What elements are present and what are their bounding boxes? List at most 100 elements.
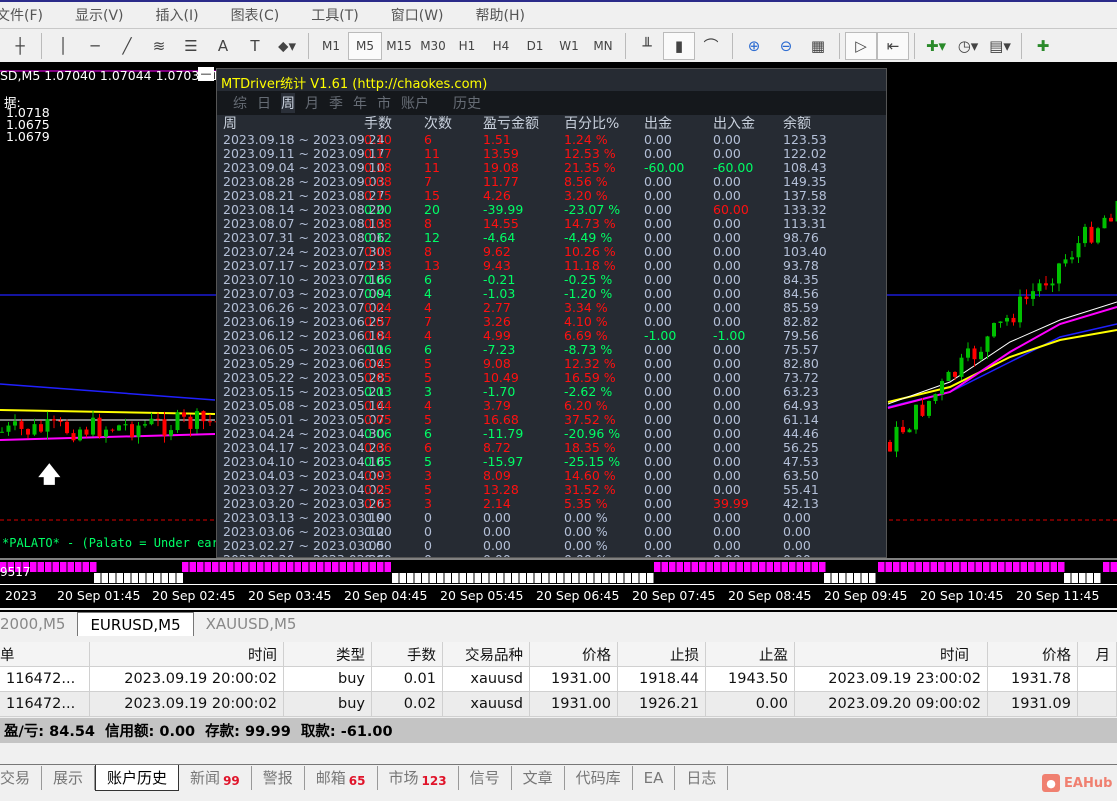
- bottom-tab-10[interactable]: EA: [633, 765, 676, 790]
- zoom-out-icon[interactable]: ⊖: [770, 32, 802, 60]
- cell-count: 8: [424, 216, 432, 231]
- toolbar-separator: [839, 32, 840, 59]
- column-header[interactable]: 价格: [988, 642, 1078, 666]
- bottom-tab-6[interactable]: 市场 123: [378, 765, 459, 790]
- bottom-tab-11[interactable]: 日志: [675, 765, 729, 790]
- arrows-icon[interactable]: ⬥▾: [271, 32, 303, 60]
- timeframe-mn[interactable]: MN: [586, 32, 620, 60]
- cell-week: 2023.08.14 ~ 2023.08.20: [223, 202, 385, 217]
- indicator-bar-magenta: [362, 562, 369, 572]
- indicator-bar-white: [846, 573, 853, 583]
- crosshair-icon[interactable]: ┼: [4, 32, 36, 60]
- timeframe-m30[interactable]: M30: [416, 32, 450, 60]
- candle-body: [13, 421, 17, 426]
- bottom-tab-5[interactable]: 邮箱 65: [305, 765, 378, 790]
- bar-chart-icon[interactable]: ╨: [631, 32, 663, 60]
- minimize-icon[interactable]: —: [198, 67, 214, 81]
- column-header[interactable]: 交易品种: [443, 642, 530, 666]
- timeframe-h1[interactable]: H1: [450, 32, 484, 60]
- bottom-tab-4[interactable]: 警报: [252, 765, 305, 790]
- fibo-lines-icon[interactable]: ☰: [175, 32, 207, 60]
- column-header[interactable]: 时间: [90, 642, 284, 666]
- bottom-tab-2[interactable]: 账户历史: [95, 764, 180, 791]
- price-chart[interactable]: SD,M5 1.07040 1.07044 1.07031 1. — 据: 1.…: [0, 62, 1117, 608]
- menu-item[interactable]: 工具(T): [311, 5, 358, 25]
- bottom-tab-3[interactable]: 新闻 99: [179, 765, 252, 790]
- menu-item[interactable]: 显示(V): [75, 5, 124, 25]
- menu-item[interactable]: 插入(I): [156, 5, 199, 25]
- timeframe-m15[interactable]: M15: [382, 32, 416, 60]
- panel-tab[interactable]: 周: [281, 93, 295, 113]
- toolbar-separator: [41, 32, 42, 59]
- panel-tab[interactable]: 日: [257, 93, 271, 113]
- cell-inout: 0.00: [713, 440, 741, 455]
- new-order-icon[interactable]: ✚: [1027, 32, 1059, 60]
- templates-icon[interactable]: ▤▾: [984, 32, 1016, 60]
- menu-item[interactable]: 图表(C): [231, 5, 280, 25]
- column-header: 手数: [364, 116, 392, 132]
- cell-pct: -20.96 %: [564, 426, 621, 441]
- cell-inout: 0.00: [713, 426, 741, 441]
- panel-tab[interactable]: 历史: [453, 93, 481, 113]
- panel-tab[interactable]: 账户: [401, 93, 429, 113]
- column-header[interactable]: 止盈: [706, 642, 795, 666]
- candle-body: [1037, 283, 1042, 292]
- bottom-tab-9[interactable]: 代码库: [565, 765, 633, 790]
- bottom-tab-0[interactable]: 交易: [0, 765, 43, 790]
- chart-tab[interactable]: XAUUSD,M5: [194, 612, 309, 636]
- tile-windows-icon[interactable]: ▦: [802, 32, 834, 60]
- panel-tab[interactable]: 月: [305, 93, 319, 113]
- tab-label: 市场: [388, 769, 419, 787]
- indicator-bar-magenta: [182, 562, 189, 572]
- indicator-bar-magenta: [1035, 562, 1042, 572]
- menu-item[interactable]: 窗口(W): [391, 5, 444, 25]
- timeframe-h4[interactable]: H4: [484, 32, 518, 60]
- column-header[interactable]: 手数: [372, 642, 443, 666]
- bottom-tab-7[interactable]: 信号: [459, 765, 512, 790]
- autoscroll-icon[interactable]: ▷: [845, 31, 877, 60]
- candlestick-chart-icon[interactable]: ▮: [663, 31, 695, 60]
- chart-header: SD,M5 1.07040 1.07044 1.07031 1.: [0, 68, 224, 83]
- column-header[interactable]: 时间: [795, 642, 988, 666]
- timeframe-m5[interactable]: M5: [348, 31, 382, 60]
- text-label-icon[interactable]: T: [239, 32, 271, 60]
- candle-body: [1018, 296, 1022, 323]
- column-header[interactable]: 月: [1078, 642, 1117, 666]
- chart-shift-icon[interactable]: ⇤: [877, 31, 909, 60]
- history-row[interactable]: 116472... 2023.09.19 20:00:02 buy 0.02 xauus…: [0, 692, 1117, 717]
- column-header: 周: [223, 116, 237, 132]
- column-header[interactable]: 价格: [530, 642, 618, 666]
- indicator-bar-magenta: [736, 562, 743, 572]
- text-icon[interactable]: A: [207, 32, 239, 60]
- periods-icon[interactable]: ◷▾: [952, 32, 984, 60]
- cell-pnl: 10.49: [483, 370, 519, 385]
- candle-body: [97, 417, 102, 437]
- timeframe-w1[interactable]: W1: [552, 32, 586, 60]
- indicators-icon[interactable]: ✚▾: [920, 32, 952, 60]
- bottom-tab-8[interactable]: 文章: [512, 765, 565, 790]
- cell-pnl: 0.00: [483, 524, 511, 539]
- chart-tab[interactable]: 2000,M5: [0, 612, 77, 636]
- column-header[interactable]: 止损: [618, 642, 706, 666]
- menu-item[interactable]: 帮助(H): [476, 5, 525, 25]
- horizontal-line-icon[interactable]: ─: [79, 32, 111, 60]
- menu-item[interactable]: 文件(F): [0, 5, 43, 25]
- vertical-line-icon[interactable]: │: [47, 32, 79, 60]
- panel-tab[interactable]: 年: [353, 93, 367, 113]
- bottom-tab-1[interactable]: 展示: [42, 765, 96, 790]
- indicator-bar-magenta: [676, 562, 683, 572]
- history-row[interactable]: 116472... 2023.09.19 20:00:02 buy 0.01 xauus…: [0, 667, 1117, 692]
- history-cell: 2023.09.20 09:00:02: [795, 692, 988, 716]
- panel-tab[interactable]: 市: [377, 93, 391, 113]
- panel-tab[interactable]: 综: [233, 93, 247, 113]
- column-header[interactable]: 单: [0, 642, 90, 666]
- line-chart-icon[interactable]: ⌒: [695, 32, 727, 60]
- timeframe-m1[interactable]: M1: [314, 32, 348, 60]
- chart-tab[interactable]: EURUSD,M5: [77, 612, 194, 636]
- zoom-in-icon[interactable]: ⊕: [738, 32, 770, 60]
- column-header[interactable]: 类型: [284, 642, 372, 666]
- timeframe-d1[interactable]: D1: [518, 32, 552, 60]
- trendline-icon[interactable]: ╱: [111, 32, 143, 60]
- fibo-icon[interactable]: ≋: [143, 32, 175, 60]
- panel-tab[interactable]: 季: [329, 93, 343, 113]
